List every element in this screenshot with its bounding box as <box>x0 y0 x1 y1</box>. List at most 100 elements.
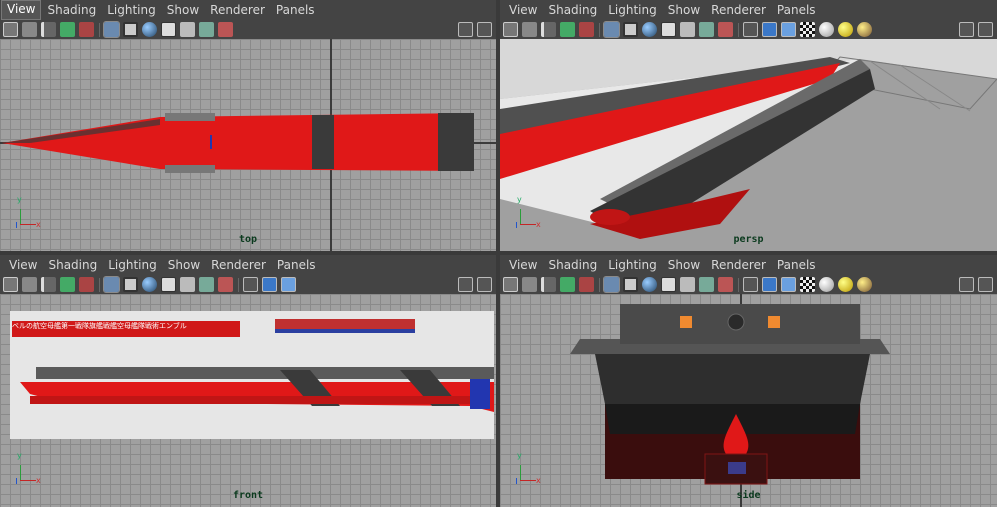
camera-attributes-icon[interactable] <box>522 22 537 37</box>
camera-attributes-icon[interactable] <box>522 277 537 292</box>
default-light-icon[interactable] <box>819 22 834 37</box>
viewport-pane-persp[interactable]: View Shading Lighting Show Renderer Pane… <box>500 0 997 251</box>
menu-lighting[interactable]: Lighting <box>103 256 162 274</box>
grease-pencil-icon[interactable] <box>79 277 94 292</box>
image-plane-icon[interactable] <box>60 22 75 37</box>
menu-renderer[interactable]: Renderer <box>206 256 271 274</box>
smooth-shade-icon[interactable] <box>762 22 777 37</box>
viewport-pane-front[interactable]: View Shading Lighting Show Renderer Pane… <box>0 255 496 507</box>
menu-panels[interactable]: Panels <box>772 256 821 274</box>
menu-view[interactable]: View <box>504 1 542 19</box>
bookmark-icon[interactable] <box>41 277 56 292</box>
menu-show[interactable]: Show <box>162 1 204 19</box>
image-plane-icon[interactable] <box>560 22 575 37</box>
bookmark-icon[interactable] <box>541 277 556 292</box>
menu-view[interactable]: View <box>4 256 42 274</box>
film-gate-icon[interactable] <box>123 277 138 292</box>
xray-icon[interactable] <box>680 277 695 292</box>
film-gate-icon[interactable] <box>623 22 638 37</box>
menu-renderer[interactable]: Renderer <box>706 1 771 19</box>
menu-panels[interactable]: Panels <box>271 1 320 19</box>
camera-attributes-icon[interactable] <box>22 22 37 37</box>
shaded-icon[interactable] <box>642 22 657 37</box>
isolate-select-icon[interactable] <box>699 22 714 37</box>
all-lights-icon[interactable] <box>838 277 853 292</box>
bookmark-icon[interactable] <box>41 22 56 37</box>
viewport-pane-top[interactable]: View Shading Lighting Show Renderer Pane… <box>0 0 496 251</box>
layout-single-icon[interactable] <box>458 22 473 37</box>
smooth-shade-icon[interactable] <box>762 277 777 292</box>
shaded-icon[interactable] <box>642 277 657 292</box>
highlight-icon[interactable] <box>718 277 733 292</box>
grid-icon[interactable] <box>603 21 620 38</box>
wireframe-cube-icon[interactable] <box>743 277 758 292</box>
grid-icon[interactable] <box>103 21 120 38</box>
menu-lighting[interactable]: Lighting <box>603 256 662 274</box>
wireframe-on-shaded-icon[interactable] <box>161 277 176 292</box>
shadows-icon[interactable] <box>857 277 872 292</box>
image-plane-icon[interactable] <box>560 277 575 292</box>
isolate-select-icon[interactable] <box>699 277 714 292</box>
smooth-shade-icon[interactable] <box>262 277 277 292</box>
layout-four-icon[interactable] <box>477 277 492 292</box>
xray-icon[interactable] <box>680 22 695 37</box>
viewport-pane-side[interactable]: View Shading Lighting Show Renderer Pane… <box>500 255 997 507</box>
wireframe-on-shaded-icon[interactable] <box>661 22 676 37</box>
viewport-front[interactable]: ベルの航空母艦第一戦隊旗艦戦艦空母艦隊戦術エンブル yx front <box>0 294 496 507</box>
menu-renderer[interactable]: Renderer <box>205 1 270 19</box>
xray-icon[interactable] <box>180 22 195 37</box>
grease-pencil-icon[interactable] <box>579 22 594 37</box>
viewport-top[interactable]: yx top <box>0 39 496 251</box>
grease-pencil-icon[interactable] <box>79 22 94 37</box>
wireframe-on-shaded-icon[interactable] <box>161 22 176 37</box>
grid-icon[interactable] <box>103 276 120 293</box>
menu-view[interactable]: View <box>1 0 42 20</box>
select-camera-icon[interactable] <box>3 277 18 292</box>
bookmark-icon[interactable] <box>541 22 556 37</box>
flat-shade-icon[interactable] <box>781 277 796 292</box>
texture-icon[interactable] <box>800 22 815 37</box>
menu-shading[interactable]: Shading <box>543 256 602 274</box>
layout-four-icon[interactable] <box>978 22 993 37</box>
menu-view[interactable]: View <box>504 256 542 274</box>
highlight-icon[interactable] <box>218 277 233 292</box>
menu-show[interactable]: Show <box>663 256 705 274</box>
image-plane-icon[interactable] <box>60 277 75 292</box>
all-lights-icon[interactable] <box>838 22 853 37</box>
menu-shading[interactable]: Shading <box>42 1 101 19</box>
layout-four-icon[interactable] <box>978 277 993 292</box>
wireframe-on-shaded-icon[interactable] <box>661 277 676 292</box>
shaded-icon[interactable] <box>142 277 157 292</box>
select-camera-icon[interactable] <box>3 22 18 37</box>
grease-pencil-icon[interactable] <box>579 277 594 292</box>
menu-show[interactable]: Show <box>663 1 705 19</box>
menu-panels[interactable]: Panels <box>272 256 321 274</box>
layout-four-icon[interactable] <box>477 22 492 37</box>
menu-lighting[interactable]: Lighting <box>102 1 161 19</box>
texture-icon[interactable] <box>800 277 815 292</box>
flat-shade-icon[interactable] <box>281 277 296 292</box>
grid-icon[interactable] <box>603 276 620 293</box>
wireframe-cube-icon[interactable] <box>743 22 758 37</box>
menu-renderer[interactable]: Renderer <box>706 256 771 274</box>
layout-single-icon[interactable] <box>959 277 974 292</box>
isolate-select-icon[interactable] <box>199 22 214 37</box>
layout-single-icon[interactable] <box>959 22 974 37</box>
select-camera-icon[interactable] <box>503 22 518 37</box>
wireframe-cube-icon[interactable] <box>243 277 258 292</box>
layout-single-icon[interactable] <box>458 277 473 292</box>
camera-attributes-icon[interactable] <box>22 277 37 292</box>
menu-shading[interactable]: Shading <box>43 256 102 274</box>
viewport-side[interactable]: yx side <box>500 294 997 507</box>
menu-show[interactable]: Show <box>163 256 205 274</box>
highlight-icon[interactable] <box>218 22 233 37</box>
film-gate-icon[interactable] <box>123 22 138 37</box>
flat-shade-icon[interactable] <box>781 22 796 37</box>
isolate-select-icon[interactable] <box>199 277 214 292</box>
xray-icon[interactable] <box>180 277 195 292</box>
select-camera-icon[interactable] <box>503 277 518 292</box>
shaded-icon[interactable] <box>142 22 157 37</box>
highlight-icon[interactable] <box>718 22 733 37</box>
menu-shading[interactable]: Shading <box>543 1 602 19</box>
menu-panels[interactable]: Panels <box>772 1 821 19</box>
